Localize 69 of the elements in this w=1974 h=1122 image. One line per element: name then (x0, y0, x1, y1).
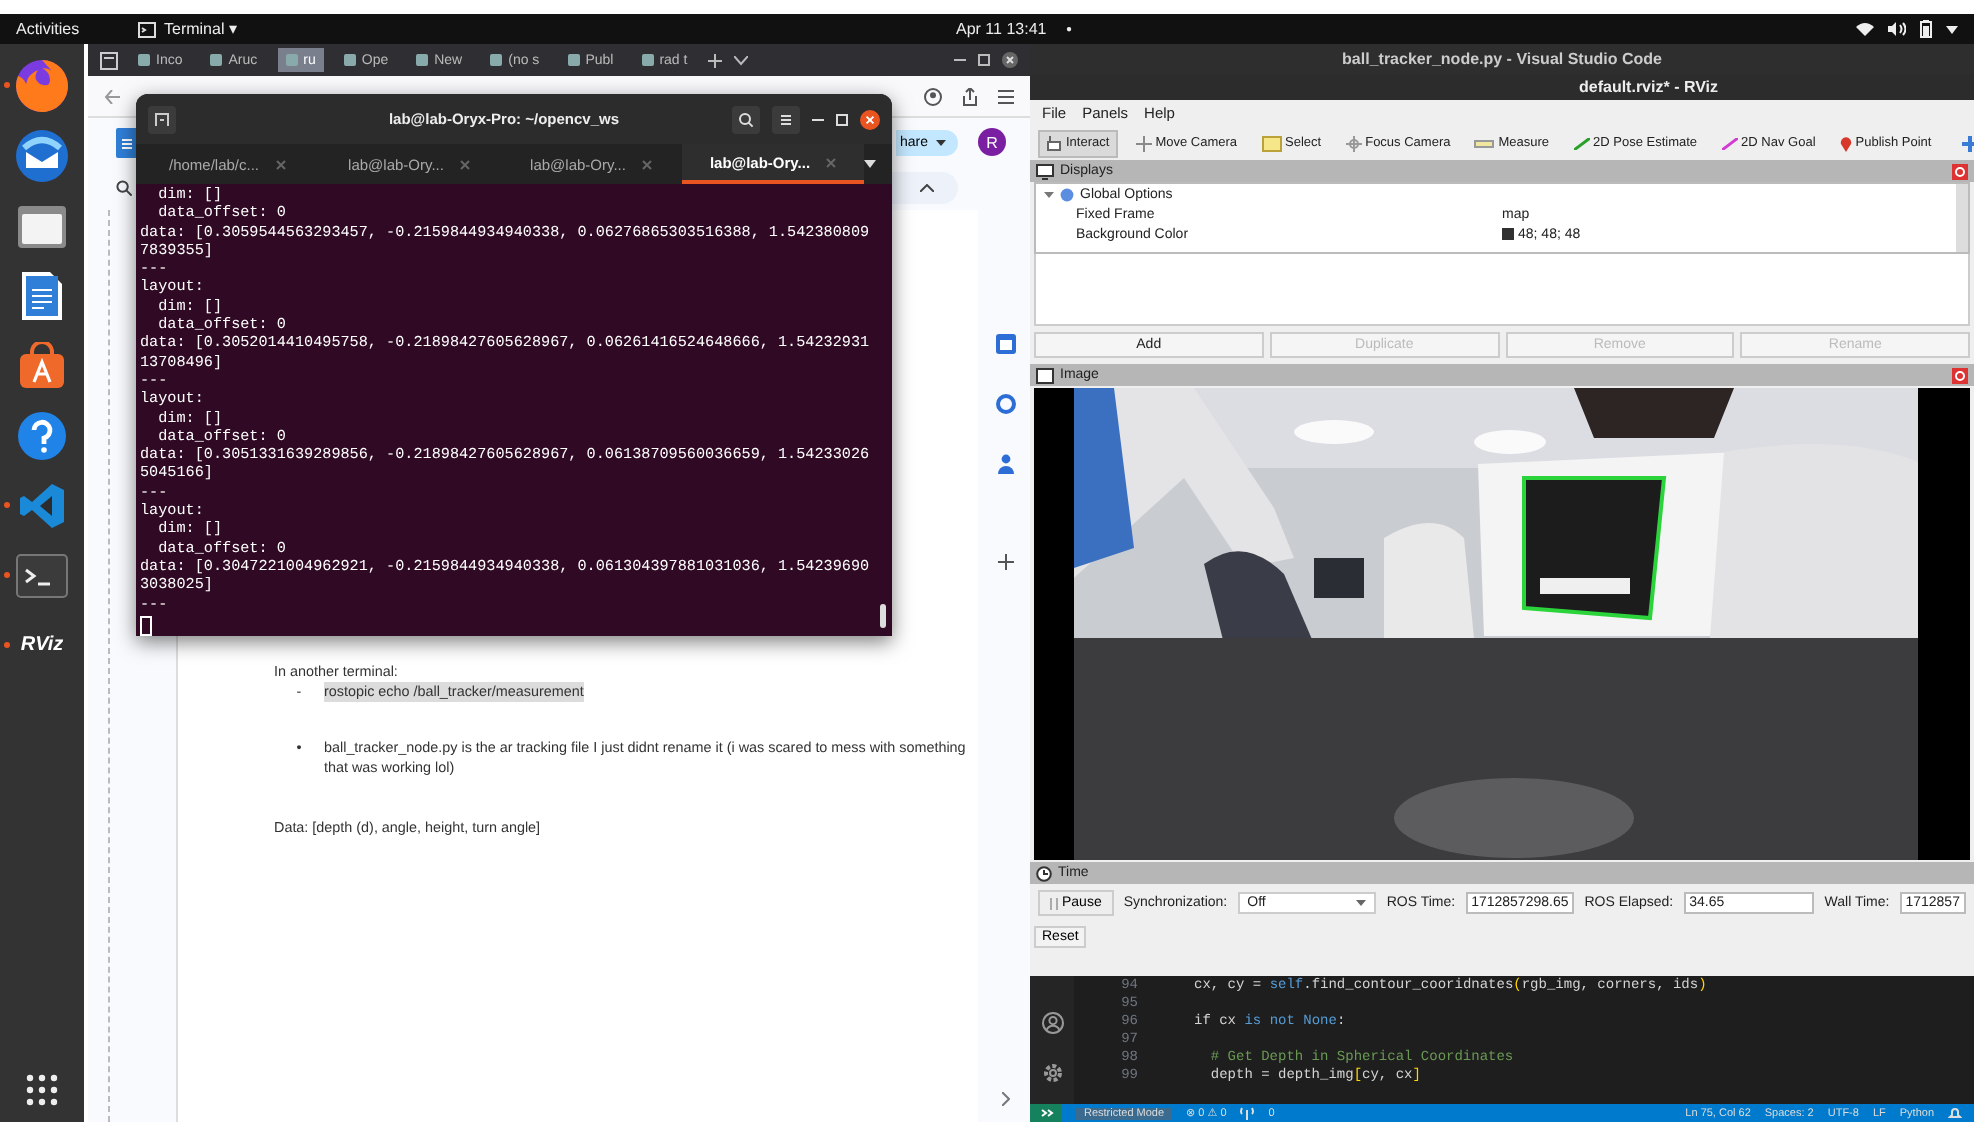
caret-icon (1356, 900, 1367, 906)
selection-box-icon (1261, 135, 1282, 151)
image-icon (1036, 367, 1054, 383)
remote-button[interactable] (1030, 1104, 1062, 1122)
pointer-hand-icon (1046, 135, 1062, 151)
close-icon[interactable] (1002, 52, 1018, 68)
clock-icon (1036, 865, 1052, 881)
search-icon[interactable] (732, 105, 760, 133)
document-icon[interactable] (22, 271, 62, 319)
code-editor-icon[interactable] (18, 481, 66, 529)
apps-grid-icon[interactable] (26, 1074, 58, 1106)
terminal-icon[interactable] (16, 553, 68, 597)
calendar-icon[interactable] (996, 334, 1016, 354)
account-icon[interactable] (924, 87, 942, 105)
activities-button[interactable]: Activities (16, 20, 104, 38)
document-icon[interactable] (116, 127, 138, 157)
scrollbar[interactable] (880, 604, 886, 628)
settings-icon[interactable] (1041, 1062, 1063, 1084)
wifi-icon[interactable] (1856, 22, 1874, 36)
caret-icon[interactable] (1946, 25, 1958, 33)
globe-icon (1060, 187, 1074, 201)
app-menu[interactable]: Terminal ▾ (164, 20, 237, 38)
caret-icon[interactable] (864, 160, 876, 168)
battery-icon[interactable] (1920, 20, 1932, 38)
search-icon[interactable] (116, 180, 132, 196)
crosshair-icon (1345, 135, 1362, 151)
tab-list-icon[interactable] (100, 51, 118, 69)
fox-globe-icon[interactable] (14, 57, 70, 113)
close-icon[interactable] (860, 109, 880, 129)
folder-icon[interactable] (16, 201, 68, 249)
share-icon[interactable] (962, 87, 978, 105)
window-title: default.rviz* - RViz (1579, 78, 1718, 96)
terminal-icon (138, 21, 156, 37)
new-tab-icon[interactable] (707, 53, 722, 67)
ruler-icon (1474, 139, 1495, 147)
chevron-up-icon[interactable] (920, 184, 934, 192)
clock[interactable]: Apr 11 13:41 (956, 20, 1047, 38)
mail-bird-icon[interactable] (14, 127, 70, 183)
maximize-icon[interactable] (978, 54, 990, 66)
minimize-icon[interactable] (812, 117, 824, 121)
menu-icon[interactable] (772, 105, 800, 133)
remote-icon (1039, 1106, 1053, 1120)
help-icon[interactable] (16, 409, 68, 461)
scrollbar[interactable] (1956, 184, 1968, 252)
antenna-icon[interactable] (1240, 1106, 1255, 1120)
check-circle-icon[interactable] (996, 394, 1016, 414)
rviz-launcher[interactable]: RViz (20, 634, 64, 656)
window-title: ball_tracker_node.py - Visual Studio Code (1342, 50, 1662, 68)
maximize-icon[interactable] (836, 113, 848, 125)
text-cursor (140, 615, 152, 636)
menu-icon[interactable] (998, 89, 1014, 103)
avatar[interactable]: R (978, 128, 1006, 156)
person-icon[interactable] (998, 454, 1014, 474)
map-pin-icon (1839, 135, 1852, 151)
minimize-icon[interactable] (954, 58, 966, 62)
caret-icon (936, 139, 946, 145)
volume-icon[interactable] (1888, 22, 1906, 36)
shopping-bag-icon[interactable] (18, 341, 66, 389)
plus-icon[interactable] (998, 554, 1014, 570)
back-arrow-icon[interactable] (104, 89, 120, 103)
new-tab-icon[interactable] (148, 105, 176, 133)
chevron-right-icon[interactable] (1002, 1092, 1010, 1106)
color-swatch[interactable] (1502, 228, 1514, 240)
chevron-down-icon[interactable] (733, 55, 748, 65)
bell-icon[interactable] (1948, 1106, 1962, 1120)
account-icon[interactable] (1041, 1012, 1063, 1034)
plus-icon[interactable] (1961, 135, 1974, 151)
move-arrows-icon (1135, 135, 1152, 151)
expand-arrow-icon[interactable] (1044, 189, 1054, 199)
